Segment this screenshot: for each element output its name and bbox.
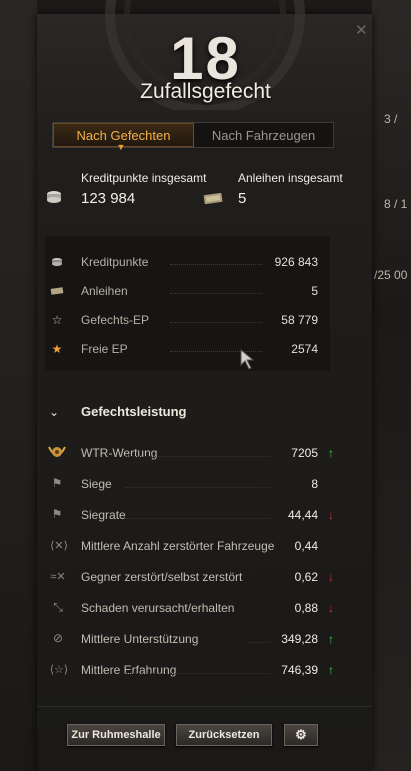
view-tabs: Nach Gefechten Nach Fahrzeugen	[52, 122, 334, 148]
summary-row-bonds: Anleihen 5	[50, 281, 322, 301]
credits-icon	[50, 255, 64, 269]
total-credits-label: Kreditpunkte insgesamt	[81, 171, 207, 185]
performance-row-destroyed: ⟨✕⟩ Mittlere Anzahl zerstörter Fahrzeuge…	[45, 535, 340, 557]
mode-title: Zufallsgefecht	[140, 80, 271, 103]
performance-value: 7205	[291, 446, 318, 460]
performance-label: Mittlere Erfahrung	[81, 663, 177, 677]
kill-death-icon: ≈✕	[50, 570, 66, 583]
summary-value: 58 779	[281, 313, 318, 327]
tab-by-vehicles[interactable]: Nach Fahrzeugen	[194, 123, 333, 147]
total-bonds-label: Anleihen insgesamt	[238, 171, 343, 185]
total-bonds-value: 5	[238, 190, 247, 207]
performance-label: Siege	[81, 477, 112, 491]
performance-row-win-rate: ⚑ Siegrate 44,44 ↓	[45, 504, 340, 526]
free-xp-icon: ★	[51, 342, 63, 356]
reset-button[interactable]: Zurücksetzen	[176, 724, 272, 746]
collapse-chevron-icon[interactable]: ⌄	[49, 405, 59, 419]
summary-row-free-xp: ★ Freie EP 2574	[50, 339, 322, 359]
summary-label: Freie EP	[81, 342, 128, 356]
battle-xp-icon: ☆	[51, 313, 63, 327]
performance-row-kill-death: ≈✕ Gegner zerstört/selbst zerstört 0,62 …	[45, 566, 340, 588]
summary-label: Anleihen	[81, 284, 128, 298]
performance-value: 0,88	[294, 601, 318, 615]
performance-value: 8	[311, 477, 318, 491]
assist-icon: ⊘	[52, 631, 64, 645]
performance-row-victories: ⚑ Siege 8	[45, 473, 340, 495]
performance-row-avg-xp: ⟨☆⟩ Mittlere Erfahrung 746,39 ↑	[45, 659, 340, 681]
background-right: 3 / 8 / 1 /25 00	[372, 0, 411, 771]
trend-up-icon: ↑	[328, 446, 334, 460]
trend-down-icon: ↓	[328, 570, 334, 584]
performance-label: Mittlere Anzahl zerstörter Fahrzeuge	[81, 539, 275, 553]
damage-ratio-icon: ⤡	[53, 599, 63, 614]
performance-section-title[interactable]: Gefechtsleistung	[81, 404, 186, 419]
performance-label: Mittlere Unterstützung	[81, 632, 199, 646]
credits-stack-icon	[44, 188, 64, 206]
background-fragment: /25 00	[374, 268, 408, 282]
background-fragment: 8 / 1	[384, 197, 408, 211]
performance-value: 746,39	[281, 663, 318, 677]
trend-down-icon: ↓	[328, 601, 334, 615]
destroyed-vehicles-icon: ⟨✕⟩	[50, 539, 68, 552]
avg-xp-icon: ⟨☆⟩	[49, 663, 69, 676]
trend-up-icon: ↑	[328, 663, 334, 677]
wtr-rating-icon	[45, 443, 69, 463]
performance-label: Siegrate	[81, 508, 126, 522]
bonds-bundle-icon	[203, 190, 223, 206]
performance-label: Schaden verursacht/erhalten	[81, 601, 235, 615]
background-left	[0, 0, 37, 771]
summary-value: 2574	[291, 342, 318, 356]
summary-row-credits: Kreditpunkte 926 843	[50, 252, 322, 272]
summary-value: 5	[311, 284, 318, 298]
performance-label: WTR-Wertung	[81, 446, 158, 460]
summary-value: 926 843	[274, 255, 318, 269]
active-tab-marker-icon: ▼	[116, 142, 126, 152]
performance-value: 0,62	[294, 570, 318, 584]
trend-down-icon: ↓	[328, 508, 334, 522]
mouse-cursor-icon	[240, 349, 255, 370]
victories-flag-icon: ⚑	[51, 476, 63, 490]
settings-button[interactable]: ⚙	[284, 724, 318, 746]
performance-row-damage-ratio: ⤡ Schaden verursacht/erhalten 0,88 ↓	[45, 597, 340, 619]
summary-row-battle-xp: ☆ Gefechts-EP 58 779	[50, 310, 322, 330]
summary-label: Gefechts-EP	[81, 313, 150, 327]
hall-of-fame-button[interactable]: Zur Ruhmeshalle	[67, 724, 165, 746]
bonds-icon	[50, 284, 64, 298]
gear-icon: ⚙	[295, 727, 307, 742]
summary-label: Kreditpunkte	[81, 255, 149, 269]
performance-row-assist: ⊘ Mittlere Unterstützung 349,28 ↑	[45, 628, 340, 650]
trend-up-icon: ↑	[328, 632, 334, 646]
total-credits-value: 123 984	[81, 190, 136, 207]
background-fragment: 3 /	[384, 112, 398, 126]
footer-divider	[37, 706, 372, 707]
performance-value: 349,28	[281, 632, 318, 646]
win-rate-flag-icon: ⚑	[51, 507, 63, 521]
performance-row-wtr: WTR-Wertung 7205 ↑	[45, 442, 340, 464]
performance-value: 0,44	[294, 539, 318, 553]
performance-label: Gegner zerstört/selbst zerstört	[81, 570, 243, 584]
performance-value: 44,44	[287, 508, 318, 522]
